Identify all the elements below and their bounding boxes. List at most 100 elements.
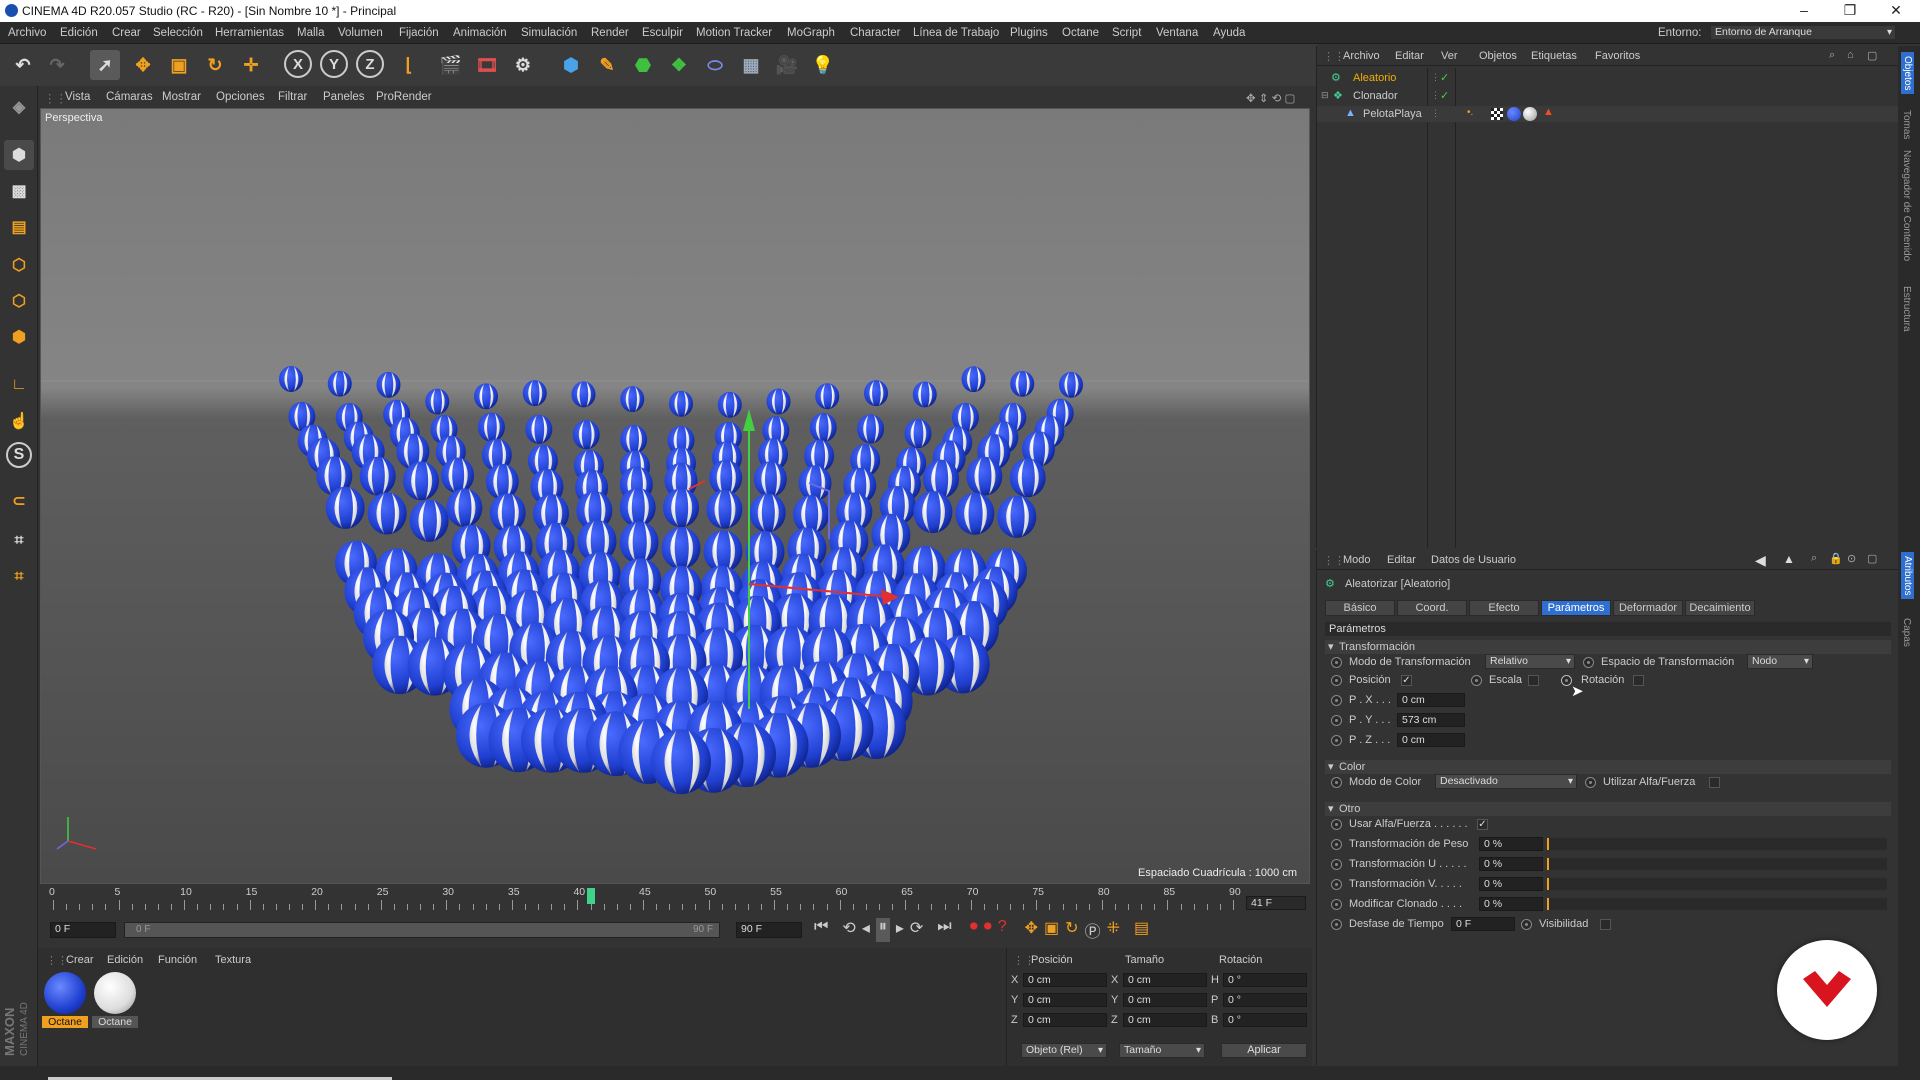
visibility-icon[interactable]: ⋮ bbox=[1431, 72, 1440, 83]
home-icon[interactable]: ⌂ bbox=[1847, 49, 1854, 61]
menu-motion-tracker[interactable]: Motion Tracker bbox=[696, 27, 772, 39]
material-menu-crear[interactable]: Crear bbox=[66, 954, 94, 966]
use-alpha-checkbox[interactable] bbox=[1709, 777, 1720, 788]
anim-radio[interactable] bbox=[1331, 819, 1342, 830]
render-settings-icon[interactable]: ⚙ bbox=[508, 50, 538, 80]
tab-deformador[interactable]: Deformador bbox=[1613, 600, 1683, 616]
viewport-menu-paneles[interactable]: Paneles bbox=[323, 91, 365, 103]
viewport-menu-vista[interactable]: Vista bbox=[65, 91, 90, 103]
menu-animacion[interactable]: Animación bbox=[453, 27, 507, 39]
menu-linea-de-trabajo[interactable]: Línea de Trabajo bbox=[913, 27, 999, 39]
key-position-icon[interactable]: ✥ bbox=[1025, 918, 1038, 942]
workplane-icon[interactable]: ▤ bbox=[4, 212, 34, 242]
menu-script[interactable]: Script bbox=[1112, 27, 1141, 39]
back-arrow-icon[interactable]: ◀ bbox=[1755, 552, 1766, 569]
y-axis-lock-button[interactable]: Y bbox=[320, 50, 348, 78]
cube-icon[interactable]: ⬢ bbox=[556, 50, 586, 80]
timeline-playhead[interactable] bbox=[586, 888, 595, 904]
menu-ayuda[interactable]: Ayuda bbox=[1213, 27, 1245, 39]
object-row[interactable]: ▲ PelotaPlaya ⋮ •. ▲ bbox=[1317, 106, 1899, 122]
make-editable-icon[interactable]: ◈ bbox=[4, 92, 34, 122]
x-axis-lock-button[interactable]: X bbox=[284, 50, 312, 78]
rotation-p-field[interactable]: 0 ° bbox=[1223, 993, 1307, 1007]
anim-radio[interactable] bbox=[1331, 715, 1342, 726]
grid-snap-icon[interactable]: ⌗ bbox=[4, 526, 34, 556]
redo-icon[interactable]: ↷ bbox=[42, 50, 72, 80]
anim-radio[interactable] bbox=[1331, 735, 1342, 746]
subdivision-icon[interactable]: ⬣ bbox=[628, 50, 658, 80]
weight-slider[interactable] bbox=[1547, 838, 1887, 850]
restore-icon[interactable]: ❐ bbox=[1830, 2, 1870, 19]
range-slider[interactable] bbox=[124, 922, 720, 938]
am-menu-editar[interactable]: Editar bbox=[1387, 554, 1416, 566]
minimize-icon[interactable]: – bbox=[1784, 2, 1824, 18]
u-field[interactable]: 0 % bbox=[1479, 857, 1543, 871]
material-menu-textura[interactable]: Textura bbox=[215, 954, 251, 966]
position-z-field[interactable]: 0 cm bbox=[1023, 1013, 1107, 1027]
keyframe-selection-icon[interactable]: ? bbox=[998, 918, 1007, 942]
record-icon[interactable]: ⏺ bbox=[970, 918, 978, 942]
prev-key-icon[interactable]: ⟲ bbox=[842, 918, 855, 942]
om-menu-editar[interactable]: Editar bbox=[1395, 50, 1424, 62]
anim-radio[interactable] bbox=[1331, 859, 1342, 870]
color-mode-dropdown[interactable]: Desactivado bbox=[1435, 774, 1577, 789]
coordinate-system-icon[interactable]: ⌊ bbox=[394, 50, 424, 80]
rotation-checkbox[interactable] bbox=[1633, 675, 1644, 686]
timeline-ruler[interactable]: 0 5 10 15 20 25 30 35 40 45 50 55 60 65 70 75 80 85 90 41 … bbox=[38, 884, 1312, 916]
deformer-icon[interactable]: ⬭ bbox=[700, 50, 730, 80]
tab-basico[interactable]: Básico bbox=[1325, 600, 1395, 616]
anim-radio[interactable] bbox=[1331, 657, 1342, 668]
snap-icon[interactable]: S bbox=[6, 442, 32, 468]
enabled-check-icon[interactable]: ✓ bbox=[1440, 71, 1449, 84]
search-icon[interactable]: ⌕ bbox=[1829, 49, 1835, 62]
up-arrow-icon[interactable]: ▲ bbox=[1783, 552, 1795, 566]
move-tool-icon[interactable]: ✥ bbox=[128, 50, 158, 80]
uv-tag-icon[interactable] bbox=[1491, 108, 1503, 120]
viewport-menu-camaras[interactable]: Cámaras bbox=[106, 91, 153, 103]
texture-mode-icon[interactable]: ▩ bbox=[4, 176, 34, 206]
anim-radio[interactable] bbox=[1583, 657, 1594, 668]
rotation-h-field[interactable]: 0 ° bbox=[1223, 973, 1307, 987]
goto-start-icon[interactable]: ⏮ bbox=[814, 918, 828, 942]
tab-atributos-vertical[interactable]: Atributos bbox=[1901, 552, 1914, 600]
anim-radio[interactable] bbox=[1331, 899, 1342, 910]
lock-icon[interactable]: 🔒 bbox=[1829, 552, 1843, 565]
pz-field[interactable]: 0 cm bbox=[1397, 733, 1465, 747]
new-panel-icon[interactable]: ▢ bbox=[1867, 49, 1877, 62]
z-axis-lock-button[interactable]: Z bbox=[356, 50, 384, 78]
position-x-field[interactable]: 0 cm bbox=[1023, 973, 1107, 987]
scale-checkbox[interactable] bbox=[1528, 675, 1539, 686]
om-menu-objetos[interactable]: Objetos bbox=[1479, 50, 1517, 62]
light-icon[interactable]: 💡 bbox=[808, 50, 838, 80]
material-menu-funcion[interactable]: Función bbox=[158, 954, 197, 966]
pause-icon[interactable]: ⏸ bbox=[875, 918, 890, 942]
menu-octane[interactable]: Octane bbox=[1062, 27, 1099, 39]
key-pla-icon[interactable]: ⁜ bbox=[1107, 918, 1120, 942]
object-name[interactable]: Aleatorio bbox=[1353, 72, 1396, 84]
menu-edicion[interactable]: Edición bbox=[60, 27, 98, 39]
anim-radio[interactable] bbox=[1331, 675, 1342, 686]
goto-end-icon[interactable]: ⏭ bbox=[937, 918, 951, 942]
floor-icon[interactable]: ▦ bbox=[736, 50, 766, 80]
select-tool-icon[interactable]: ➚ bbox=[90, 50, 120, 80]
viewport-menu-mostrar[interactable]: Mostrar bbox=[162, 91, 201, 103]
visibility-checkbox[interactable] bbox=[1600, 919, 1611, 930]
anim-radio[interactable] bbox=[1585, 777, 1596, 788]
om-menu-etiquetas[interactable]: Etiquetas bbox=[1531, 50, 1577, 62]
menu-volumen[interactable]: Volumen bbox=[338, 27, 383, 39]
material-swatch[interactable]: Octane bbox=[42, 972, 88, 1030]
menu-plugins[interactable]: Plugins bbox=[1010, 27, 1048, 39]
menu-render[interactable]: Render bbox=[591, 27, 629, 39]
start-frame-field[interactable]: 0 F bbox=[50, 922, 116, 938]
viewport-menu-opciones[interactable]: Opciones bbox=[216, 91, 265, 103]
close-icon[interactable]: ✕ bbox=[1876, 2, 1916, 19]
magnet-icon[interactable]: ⊂ bbox=[4, 486, 34, 516]
anim-radio[interactable] bbox=[1521, 919, 1532, 930]
layout-dropdown[interactable]: Entorno de Arranque bbox=[1710, 25, 1896, 40]
menu-crear[interactable]: Crear bbox=[112, 27, 141, 39]
next-key-icon[interactable]: ⟳ bbox=[910, 918, 923, 942]
size-x-field[interactable]: 0 cm bbox=[1123, 973, 1207, 987]
enabled-check-icon[interactable]: ✓ bbox=[1440, 89, 1449, 102]
camera-icon[interactable]: 🎥 bbox=[772, 50, 802, 80]
tab-estructura-vertical[interactable]: Estructura bbox=[1901, 286, 1912, 332]
